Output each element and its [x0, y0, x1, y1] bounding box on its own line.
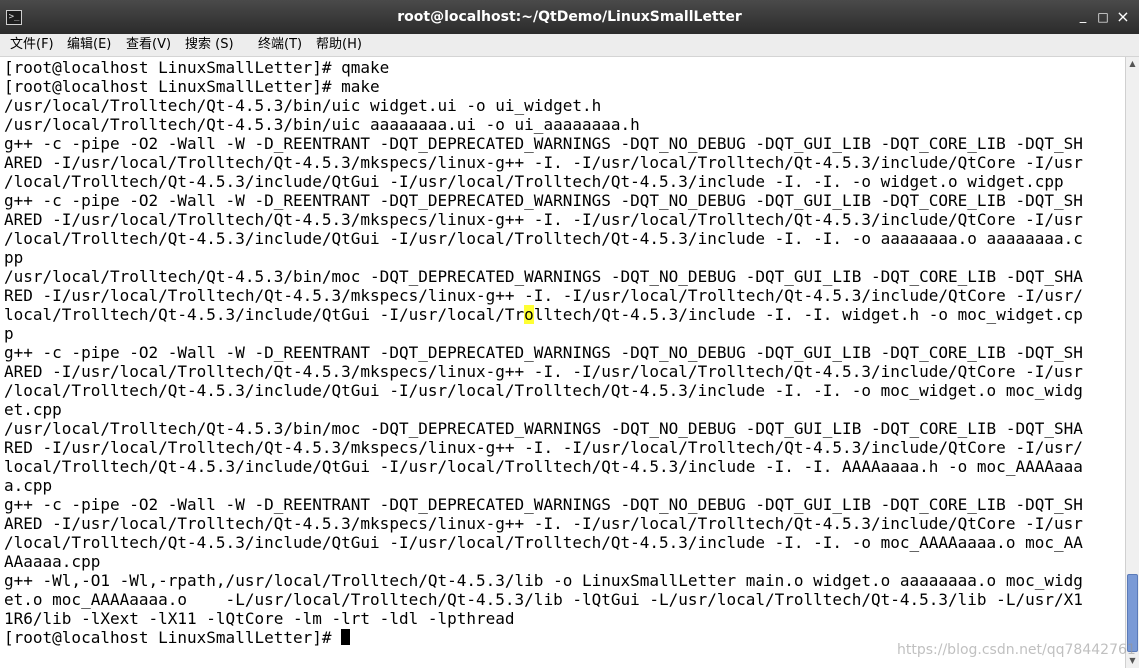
terminal-line: AAaaaa.cpp [4, 552, 101, 571]
terminal-line: ARED -I/usr/local/Trolltech/Qt-4.5.3/mks… [4, 362, 1083, 381]
terminal-line: g++ -c -pipe -O2 -Wall -W -D_REENTRANT -… [4, 134, 1083, 153]
terminal-line: a.cpp [4, 476, 53, 495]
terminal-line: RED -I/usr/local/Trolltech/Qt-4.5.3/mksp… [4, 438, 1083, 457]
highlighted-char: o [524, 305, 534, 324]
terminal-line: /usr/local/Trolltech/Qt-4.5.3/bin/uic wi… [4, 96, 602, 115]
vertical-scrollbar[interactable]: ▲ ▼ [1125, 57, 1139, 668]
terminal-line: et.o moc_AAAAaaaa.o -L/usr/local/Trollte… [4, 590, 1083, 609]
terminal-line: [root@localhost LinuxSmallLetter]# make [4, 77, 380, 96]
menu-help[interactable]: 帮助(H) [316, 35, 362, 55]
terminal-prompt-line[interactable]: [root@localhost LinuxSmallLetter]# [4, 628, 351, 647]
terminal-line: p [4, 324, 14, 343]
terminal-line: g++ -c -pipe -O2 -Wall -W -D_REENTRANT -… [4, 495, 1083, 514]
terminal-line: /local/Trolltech/Qt-4.5.3/include/QtGui … [4, 381, 1083, 400]
terminal-line: ARED -I/usr/local/Trolltech/Qt-4.5.3/mks… [4, 514, 1083, 533]
menu-terminal[interactable]: 终端(T) [258, 35, 302, 55]
maximize-button[interactable]: □ [1094, 8, 1112, 26]
menu-edit[interactable]: 编辑(E) [67, 35, 111, 55]
shell-prompt: [root@localhost LinuxSmallLetter]# [4, 628, 342, 647]
terminal-line: /local/Trolltech/Qt-4.5.3/include/QtGui … [4, 172, 1064, 191]
terminal-line: /local/Trolltech/Qt-4.5.3/include/QtGui … [4, 229, 1083, 248]
terminal-line: pp [4, 248, 24, 267]
scroll-up-arrow-icon[interactable]: ▲ [1126, 57, 1139, 71]
terminal-line: g++ -c -pipe -O2 -Wall -W -D_REENTRANT -… [4, 343, 1083, 362]
terminal-line: local/Trolltech/Qt-4.5.3/include/QtGui -… [4, 457, 1083, 476]
title-bar: >_ root@localhost:~/QtDemo/LinuxSmallLet… [0, 0, 1139, 34]
terminal-line: local/Trolltech/Qt-4.5.3/include/QtGui -… [4, 305, 1083, 324]
terminal-text: local/Trolltech/Qt-4.5.3/include/QtGui -… [4, 305, 525, 324]
terminal-line: /local/Trolltech/Qt-4.5.3/include/QtGui … [4, 533, 1083, 552]
watermark: https://blog.csdn.net/qq78442761 [897, 642, 1136, 658]
menu-view[interactable]: 查看(V) [126, 35, 171, 55]
terminal-line: [root@localhost LinuxSmallLetter]# qmake [4, 58, 390, 77]
terminal-text: lltech/Qt-4.5.3/include -I. -I. widget.h… [533, 305, 1083, 324]
scrollbar-thumb[interactable] [1127, 574, 1138, 652]
terminal-line: g++ -c -pipe -O2 -Wall -W -D_REENTRANT -… [4, 191, 1083, 210]
terminal-line: /usr/local/Trolltech/Qt-4.5.3/bin/moc -D… [4, 419, 1083, 438]
menu-file[interactable]: 文件(F) [10, 35, 54, 55]
terminal-line: RED -I/usr/local/Trolltech/Qt-4.5.3/mksp… [4, 286, 1083, 305]
menu-search[interactable]: 搜索 (S) [185, 35, 234, 55]
text-cursor [341, 629, 351, 645]
terminal-line: 1R6/lib -lXext -lX11 -lQtCore -lm -lrt -… [4, 609, 515, 628]
terminal-line: et.cpp [4, 400, 62, 419]
terminal-line: g++ -Wl,-O1 -Wl,-rpath,/usr/local/Trollt… [4, 571, 1083, 590]
terminal-line: /usr/local/Trolltech/Qt-4.5.3/bin/uic aa… [4, 115, 640, 134]
terminal-line: ARED -I/usr/local/Trolltech/Qt-4.5.3/mks… [4, 153, 1083, 172]
terminal-line: ARED -I/usr/local/Trolltech/Qt-4.5.3/mks… [4, 210, 1083, 229]
menu-bar: 文件(F) 编辑(E) 查看(V) 搜索 (S) 终端(T) 帮助(H) [0, 34, 1139, 57]
terminal-line: /usr/local/Trolltech/Qt-4.5.3/bin/moc -D… [4, 267, 1083, 286]
close-button[interactable]: × [1114, 8, 1132, 26]
window-title: root@localhost:~/QtDemo/LinuxSmallLetter [397, 9, 742, 25]
minimize-button[interactable]: _ [1074, 8, 1092, 26]
terminal-output[interactable]: [root@localhost LinuxSmallLetter]# qmake… [0, 57, 1125, 668]
